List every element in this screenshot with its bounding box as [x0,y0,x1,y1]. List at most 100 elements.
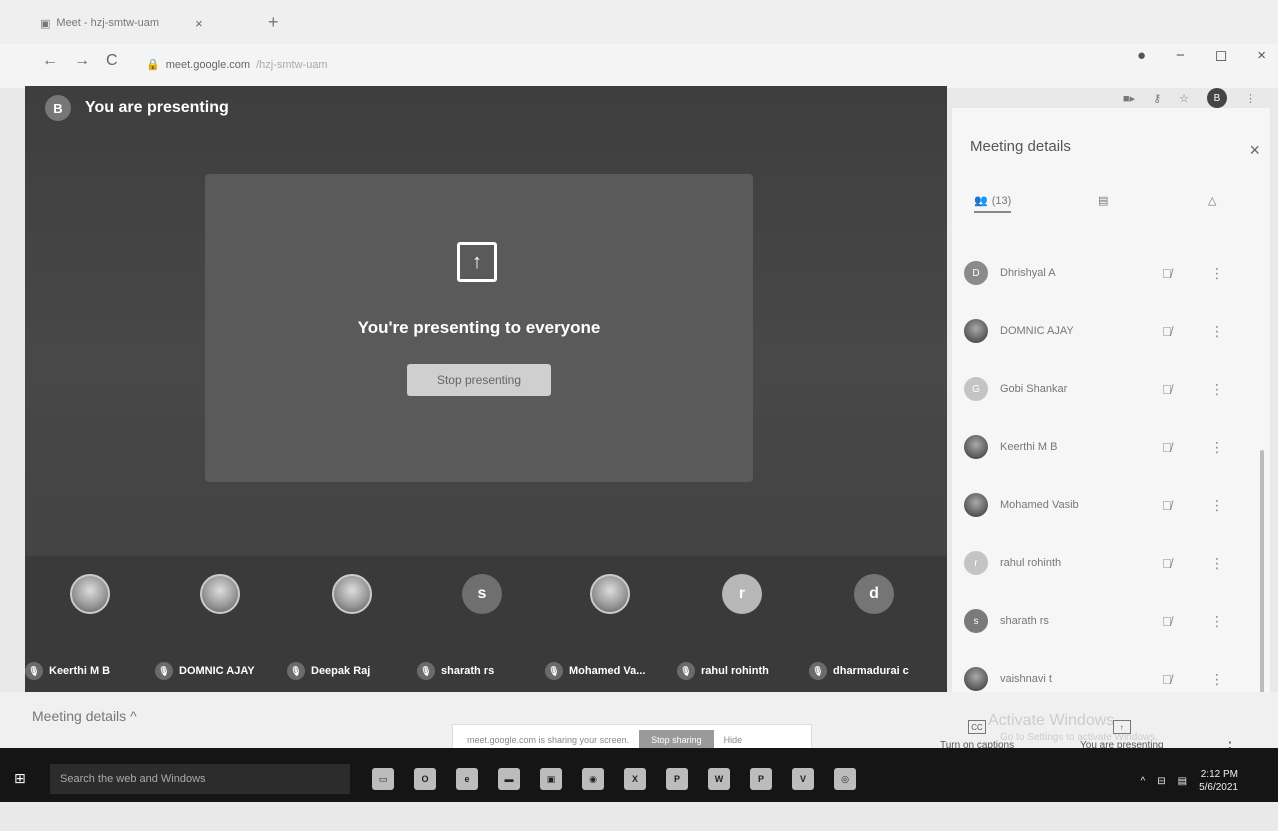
profile-avatar[interactable]: B [1207,88,1227,108]
participant-avatar [200,574,240,614]
presenting-title: You're presenting to everyone [357,318,601,337]
participant-tile[interactable]: 🎙 DOMNIC AJAY [155,556,285,692]
tab-chat[interactable]: ▤ [1098,194,1108,207]
tab-activities[interactable]: △ [1208,194,1216,207]
chrome-record-icon[interactable]: ● [1137,47,1146,64]
participant-tile[interactable]: 🎙 Mohamed Va... [545,556,675,692]
participant-label: 🎙 Deepak Raj [287,662,417,680]
stop-presenting-button[interactable]: Stop presenting [407,364,551,396]
more-options-icon[interactable]: ⋮ [1210,323,1224,340]
people-list-item[interactable]: G Gobi Shankar 🎙̸ ⋮ [952,360,1252,418]
people-list-item[interactable]: D Dhrishyal A 🎙̸ ⋮ [952,244,1252,302]
browser-tab[interactable]: ▣ Meet - hzj-smtw-uam × [30,8,260,38]
mic-off-icon: 🎙 [809,662,827,680]
tab-close-icon[interactable]: × [195,16,203,31]
star-icon[interactable]: ☆ [1179,92,1189,105]
more-options-icon[interactable]: ⋮ [1210,265,1224,282]
key-icon[interactable]: ⚷ [1153,92,1161,105]
people-list-item[interactable]: r rahul rohinth 🎙̸ ⋮ [952,534,1252,592]
edge-icon[interactable]: e [456,768,478,790]
excel-icon[interactable]: X [624,768,646,790]
participant-tile[interactable]: 🎙 Keerthi M B [25,556,155,692]
presentation-stage: B You are presenting ↑ You're presenting… [25,86,947,692]
outlook-icon[interactable]: O [414,768,436,790]
people-list-item[interactable]: Keerthi M B 🎙̸ ⋮ [952,418,1252,476]
task-view-icon[interactable]: ▭ [372,768,394,790]
chat-icon: ▤ [1098,195,1109,207]
participant-label: 🎙 Keerthi M B [25,662,155,680]
person-avatar: D [964,261,988,285]
new-tab-button[interactable]: + [268,12,279,33]
tray-chevron-icon[interactable]: ^ [1141,776,1146,787]
person-name: vaishnavi t [1000,673,1052,685]
banner-text: You are presenting [85,99,229,116]
tab-people[interactable]: 👥 (13) [974,194,1012,213]
hide-link[interactable]: Hide [724,735,743,745]
meeting-details-toggle[interactable]: Meeting details ^ [32,708,137,724]
participant-tile[interactable]: 🎙 Deepak Raj [287,556,417,692]
person-avatar [964,667,988,691]
people-list-item[interactable]: s sharath rs 🎙̸ ⋮ [952,592,1252,650]
mic-off-icon: 🎙 [155,662,173,680]
more-options-icon[interactable]: ⋮ [1210,497,1224,514]
more-options-icon[interactable]: ⋮ [1210,439,1224,456]
close-window-button[interactable]: × [1257,47,1266,64]
chrome-icon[interactable]: ◎ [834,768,856,790]
taskbar-search[interactable]: Search the web and Windows [50,764,350,794]
media-player-icon[interactable]: ◉ [582,768,604,790]
more-options-icon[interactable]: ⋮ [1210,671,1224,688]
participant-tile[interactable]: d 🎙 dharmadurai c [809,556,939,692]
mic-off-icon: 🎙 [287,662,305,680]
forward-button[interactable]: → [74,52,90,70]
panel-close-icon[interactable]: × [1249,140,1260,161]
word-icon[interactable]: W [708,768,730,790]
presenting-button[interactable]: ↑ You are presenting [1080,720,1164,751]
panel-scrollbar[interactable] [1260,450,1264,700]
people-list-item[interactable]: DOMNIC AJAY 🎙̸ ⋮ [952,302,1252,360]
powerpoint-icon[interactable]: P [666,768,688,790]
people-count: (13) [991,194,1012,207]
presenting-banner: B You are presenting [25,86,947,130]
person-name: DOMNIC AJAY [1000,325,1074,337]
participant-tile[interactable]: r 🎙 rahul rohinth [677,556,807,692]
participant-avatar [590,574,630,614]
maximize-button[interactable]: ◻ [1215,46,1227,64]
meet-favicon-icon: ▣ [40,17,51,30]
clock[interactable]: 2:12 PM 5/6/2021 [1199,768,1238,794]
file-explorer-icon[interactable]: ▬ [498,768,520,790]
visio-icon[interactable]: V [792,768,814,790]
people-list-item[interactable]: Mohamed Vasib 🎙̸ ⋮ [952,476,1252,534]
back-button[interactable]: ← [42,52,58,70]
more-options-icon[interactable]: ⋮ [1210,613,1224,630]
tab-title: Meet - hzj-smtw-uam [56,17,160,29]
mic-off-icon: 🎙̸ [1162,439,1172,455]
minimize-button[interactable]: − [1176,47,1185,64]
network-icon[interactable]: ⊟ [1157,776,1165,787]
more-options-icon[interactable]: ⋮ [1210,381,1224,398]
participant-label: 🎙 sharath rs [417,662,547,680]
present-screen-icon: ↑ [457,242,497,282]
store-icon[interactable]: ▣ [540,768,562,790]
person-name: Mohamed Vasib [1000,499,1079,511]
activities-icon: △ [1208,195,1217,207]
panel-tabs: 👥 (13) ▤ △ [970,194,1260,224]
notification-icon[interactable]: ▤ [1178,776,1187,787]
person-name: Keerthi M B [1000,441,1058,453]
windows-start-icon[interactable]: ⊞ [14,770,26,787]
camera-icon[interactable]: ■▸ [1123,92,1135,105]
more-options-icon[interactable]: ⋮ [1210,555,1224,572]
address-bar[interactable]: 🔒 meet.google.com/hzj-smtw-uam [146,58,328,72]
participant-label: 🎙 rahul rohinth [677,662,807,680]
mic-off-icon: 🎙̸ [1162,381,1172,397]
url-path: /hzj-smtw-uam [256,58,328,71]
publisher-icon[interactable]: P [750,768,772,790]
taskbar-apps: ▭ O e ▬ ▣ ◉ X P W P V ◎ [372,768,856,790]
menu-icon[interactable]: ⋮ [1245,92,1256,105]
mic-off-icon: 🎙̸ [1162,613,1172,629]
stop-sharing-button[interactable]: Stop sharing [639,730,714,750]
url-host: meet.google.com [165,58,251,71]
participant-tile[interactable]: s 🎙 sharath rs [417,556,547,692]
meeting-details-label: Meeting details [32,708,127,724]
reload-button[interactable]: C [106,52,118,70]
panel-title: Meeting details [970,138,1071,155]
